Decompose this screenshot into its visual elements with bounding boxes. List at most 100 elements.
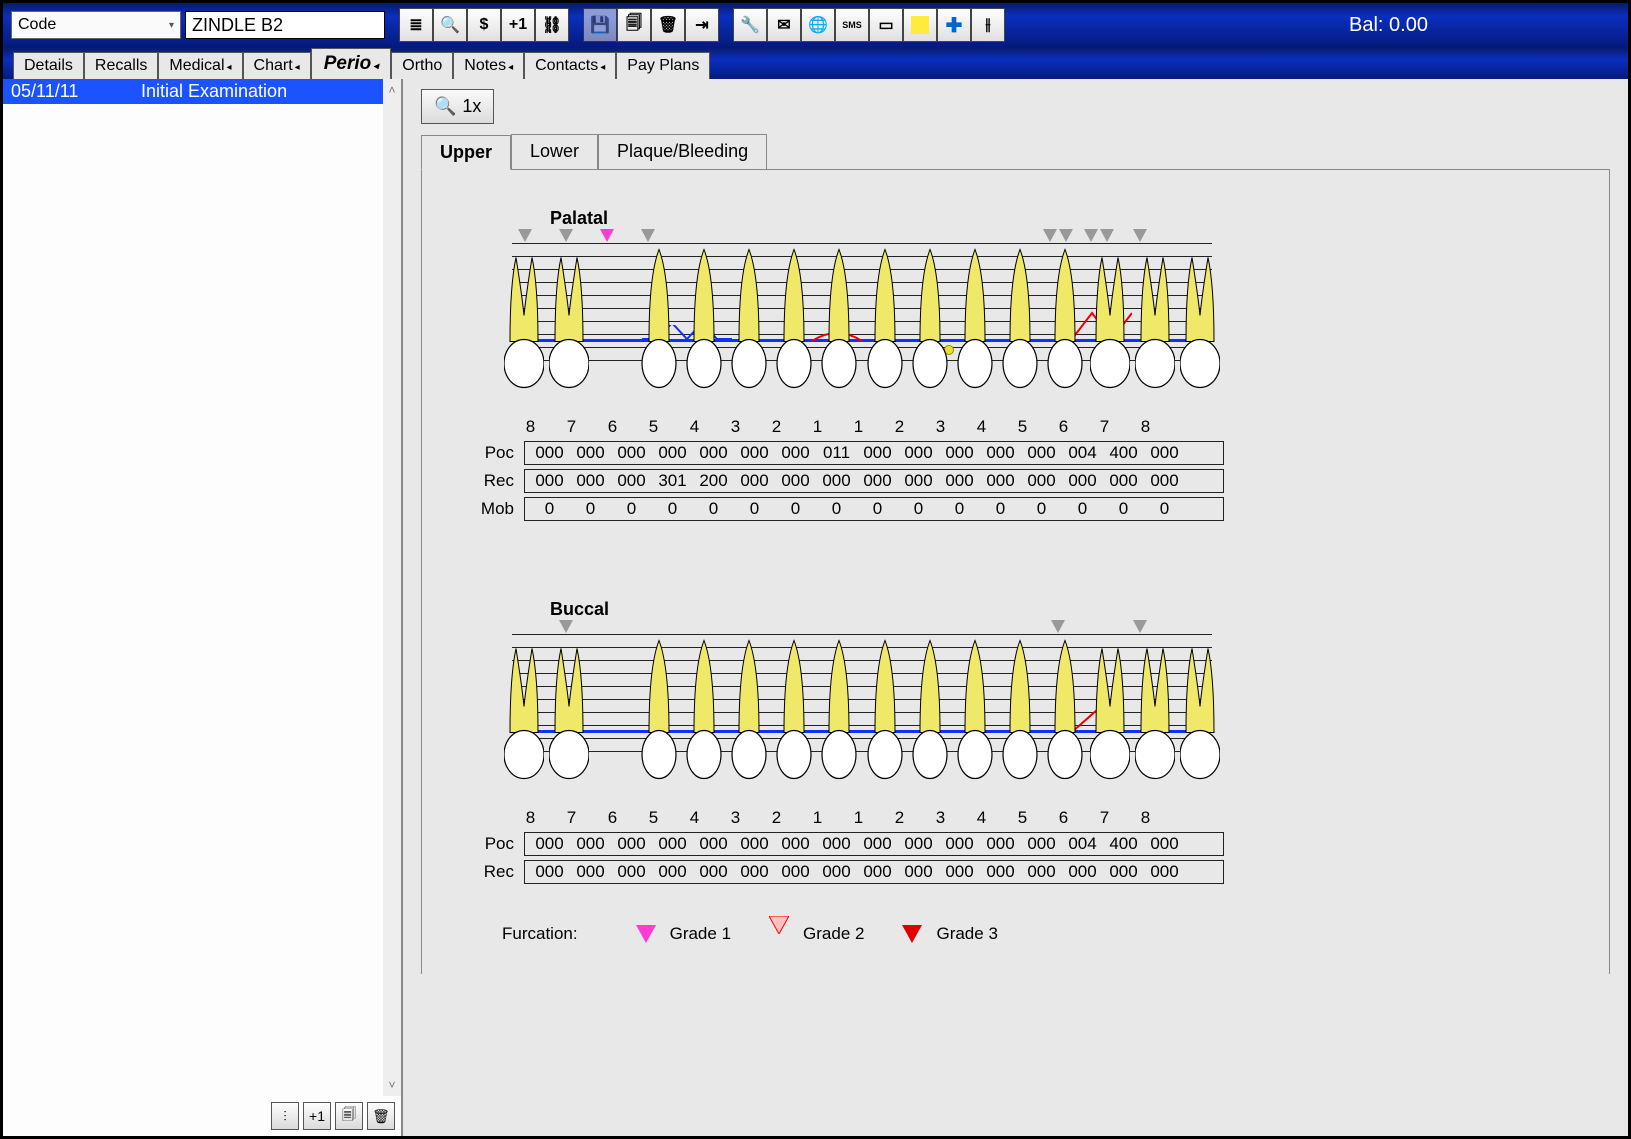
delete-button[interactable]: 🗑 xyxy=(651,8,685,42)
tooth[interactable] xyxy=(684,243,724,398)
data-cell[interactable]: 004 xyxy=(1062,443,1103,463)
tooth[interactable] xyxy=(1090,243,1130,398)
transfer-button[interactable]: ⇥ xyxy=(685,8,719,42)
tooth[interactable] xyxy=(684,634,724,789)
tooth[interactable] xyxy=(729,634,769,789)
data-cell[interactable]: 000 xyxy=(734,834,775,854)
data-cell[interactable]: 000 xyxy=(1144,471,1185,491)
tooth[interactable] xyxy=(774,634,814,789)
buccal-poc-row[interactable]: 0000000000000000000000000000000000000000… xyxy=(524,832,1224,856)
tab-details[interactable]: Details xyxy=(13,52,84,79)
data-cell[interactable]: 000 xyxy=(529,443,570,463)
buccal-rec-row[interactable]: 0000000000000000000000000000000000000000… xyxy=(524,860,1224,884)
data-cell[interactable]: 0 xyxy=(1062,499,1103,519)
data-cell[interactable]: 301 xyxy=(652,471,693,491)
data-cell[interactable]: 000 xyxy=(529,834,570,854)
data-cell[interactable]: 000 xyxy=(898,443,939,463)
data-cell[interactable]: 000 xyxy=(980,834,1021,854)
tooth[interactable] xyxy=(1000,243,1040,398)
data-cell[interactable]: 0 xyxy=(1021,499,1062,519)
data-cell[interactable]: 000 xyxy=(980,443,1021,463)
data-cell[interactable]: 000 xyxy=(1103,471,1144,491)
data-cell[interactable]: 000 xyxy=(939,862,980,882)
tooth[interactable] xyxy=(955,634,995,789)
data-cell[interactable]: 0 xyxy=(611,499,652,519)
data-cell[interactable]: 000 xyxy=(1021,862,1062,882)
data-cell[interactable]: 000 xyxy=(1103,862,1144,882)
data-cell[interactable]: 000 xyxy=(775,471,816,491)
tooth[interactable] xyxy=(1135,634,1175,789)
data-cell[interactable]: 0 xyxy=(1103,499,1144,519)
tooth[interactable] xyxy=(865,243,905,398)
tab-chart[interactable]: Chart◂ xyxy=(243,52,311,79)
web-button[interactable]: 🌐 xyxy=(801,8,835,42)
plusone-mini-button[interactable]: +1 xyxy=(303,1102,331,1130)
hash-button[interactable]: ⫲ xyxy=(971,8,1005,42)
data-cell[interactable]: 000 xyxy=(775,834,816,854)
data-cell[interactable]: 000 xyxy=(570,862,611,882)
data-cell[interactable]: 000 xyxy=(693,443,734,463)
data-cell[interactable]: 000 xyxy=(734,471,775,491)
data-cell[interactable]: 0 xyxy=(816,499,857,519)
data-cell[interactable]: 000 xyxy=(1021,443,1062,463)
data-cell[interactable]: 000 xyxy=(939,834,980,854)
tooth[interactable] xyxy=(1135,243,1175,398)
link-button[interactable]: ⛓ xyxy=(535,8,569,42)
tooth[interactable] xyxy=(1045,243,1085,398)
plus-one-button[interactable]: +1 xyxy=(501,8,535,42)
data-cell[interactable]: 0 xyxy=(980,499,1021,519)
data-cell[interactable]: 000 xyxy=(939,443,980,463)
data-cell[interactable]: 000 xyxy=(939,471,980,491)
data-cell[interactable]: 000 xyxy=(570,471,611,491)
data-cell[interactable]: 0 xyxy=(775,499,816,519)
data-cell[interactable]: 000 xyxy=(980,862,1021,882)
data-cell[interactable]: 000 xyxy=(1144,834,1185,854)
tooth[interactable] xyxy=(774,243,814,398)
card-button[interactable]: ▭ xyxy=(869,8,903,42)
data-cell[interactable]: 400 xyxy=(1103,834,1144,854)
patient-search-input[interactable]: ZINDLE B2 xyxy=(185,11,385,39)
data-cell[interactable]: 000 xyxy=(898,834,939,854)
code-dropdown[interactable]: Code ▾ xyxy=(11,11,181,39)
data-cell[interactable]: 000 xyxy=(898,471,939,491)
tooth[interactable] xyxy=(639,243,679,398)
data-cell[interactable]: 0 xyxy=(693,499,734,519)
tab-medical[interactable]: Medical◂ xyxy=(158,52,242,79)
tooth[interactable] xyxy=(549,634,589,789)
data-cell[interactable]: 000 xyxy=(898,862,939,882)
tooth[interactable] xyxy=(819,634,859,789)
data-cell[interactable]: 0 xyxy=(734,499,775,519)
data-cell[interactable]: 000 xyxy=(857,443,898,463)
tooth[interactable] xyxy=(1180,243,1220,398)
data-cell[interactable]: 000 xyxy=(652,862,693,882)
exam-list-item[interactable]: 05/11/11 Initial Examination xyxy=(3,79,401,104)
search-button[interactable]: 🔍 xyxy=(433,8,467,42)
data-cell[interactable]: 000 xyxy=(734,443,775,463)
data-cell[interactable]: 011 xyxy=(816,443,857,463)
tooth[interactable] xyxy=(1000,634,1040,789)
tooth[interactable] xyxy=(1045,634,1085,789)
palatal-chart[interactable] xyxy=(512,229,1212,419)
tooth[interactable] xyxy=(1090,634,1130,789)
data-cell[interactable]: 000 xyxy=(529,862,570,882)
mail-button[interactable]: ✉ xyxy=(767,8,801,42)
tab-perio[interactable]: Perio◂ xyxy=(311,48,392,79)
data-cell[interactable]: 000 xyxy=(1021,471,1062,491)
data-cell[interactable]: 0 xyxy=(570,499,611,519)
data-cell[interactable]: 000 xyxy=(1062,862,1103,882)
tab-contacts[interactable]: Contacts◂ xyxy=(524,52,616,79)
data-cell[interactable]: 000 xyxy=(611,443,652,463)
subtab-upper[interactable]: Upper xyxy=(421,135,511,170)
tooth[interactable] xyxy=(729,243,769,398)
subtab-plaque[interactable]: Plaque/Bleeding xyxy=(598,134,767,169)
buccal-chart[interactable] xyxy=(512,620,1212,810)
data-cell[interactable]: 000 xyxy=(857,471,898,491)
data-cell[interactable]: 0 xyxy=(898,499,939,519)
data-cell[interactable]: 000 xyxy=(734,862,775,882)
data-cell[interactable]: 000 xyxy=(1144,862,1185,882)
tooth[interactable] xyxy=(549,243,589,398)
tab-notes[interactable]: Notes◂ xyxy=(453,52,524,79)
tab-payplans[interactable]: Pay Plans xyxy=(616,52,710,79)
data-cell[interactable]: 000 xyxy=(693,862,734,882)
save-button[interactable]: 💾 xyxy=(583,8,617,42)
